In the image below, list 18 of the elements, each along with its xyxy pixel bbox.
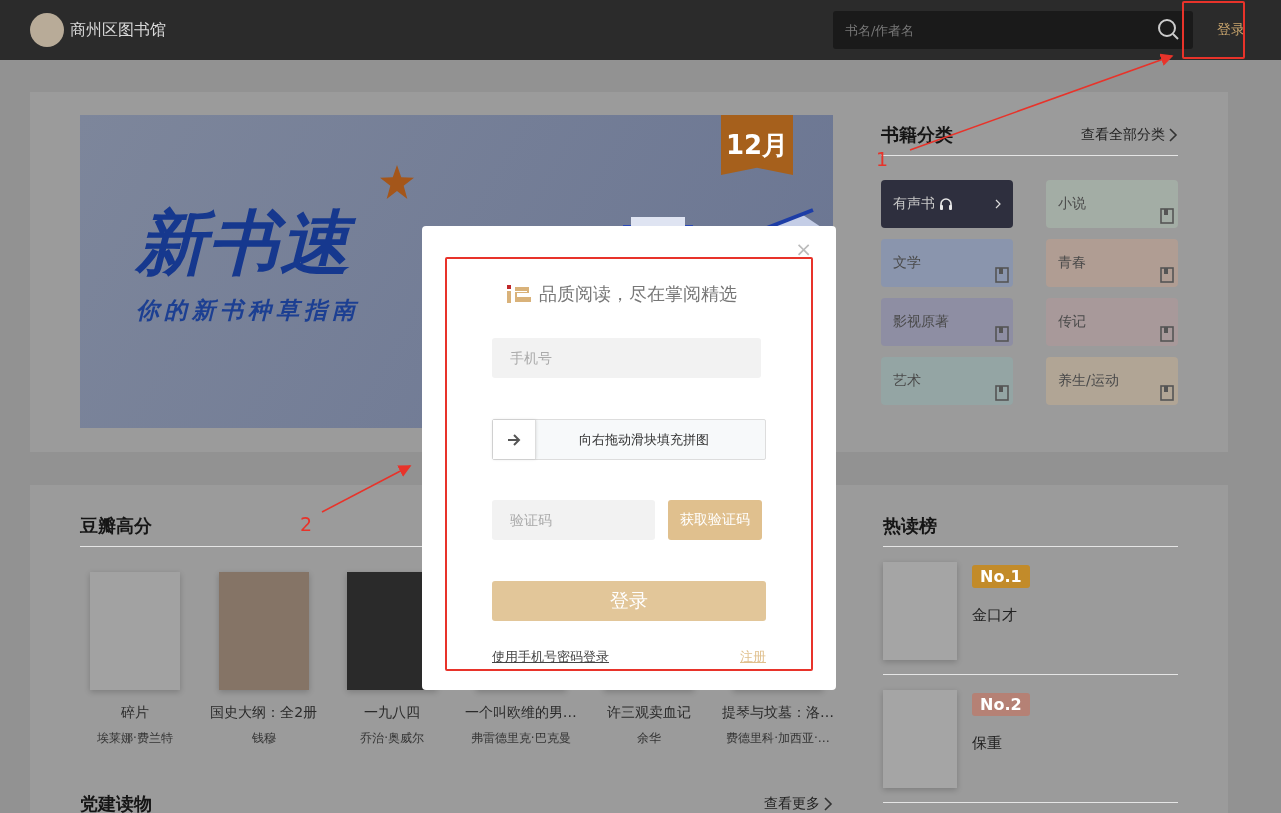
banner-subtitle: 你的新书种草指南 — [136, 296, 361, 325]
book-author: 钱穆 — [251, 730, 276, 747]
book-author: 余华 — [637, 730, 662, 747]
section-title: 热读榜 — [883, 514, 937, 538]
section-title: 豆瓣高分 — [80, 514, 152, 538]
rank-badge: No.2 — [972, 693, 1030, 716]
banner-title: 新书速 — [136, 201, 366, 285]
book-author: 弗雷德里克·巴克曼 — [470, 730, 571, 747]
rank-badge: No.1 — [972, 565, 1030, 588]
dialog-slogan: 品质阅读，尽在掌阅精选 — [539, 282, 737, 306]
site-name: 商州区图书馆 — [70, 19, 166, 41]
month-ribbon: 12月 — [721, 115, 793, 175]
annotation-number: 2 — [300, 513, 313, 535]
slider-hint: 向右拖动滑块填充拼图 — [579, 430, 709, 449]
book-author: 费德里科·加西亚·… — [726, 730, 830, 747]
section-title: 党建读物 — [80, 792, 152, 813]
book-author: 埃莱娜·费兰特 — [97, 730, 173, 747]
book-author: 乔治·奥威尔 — [360, 730, 425, 747]
